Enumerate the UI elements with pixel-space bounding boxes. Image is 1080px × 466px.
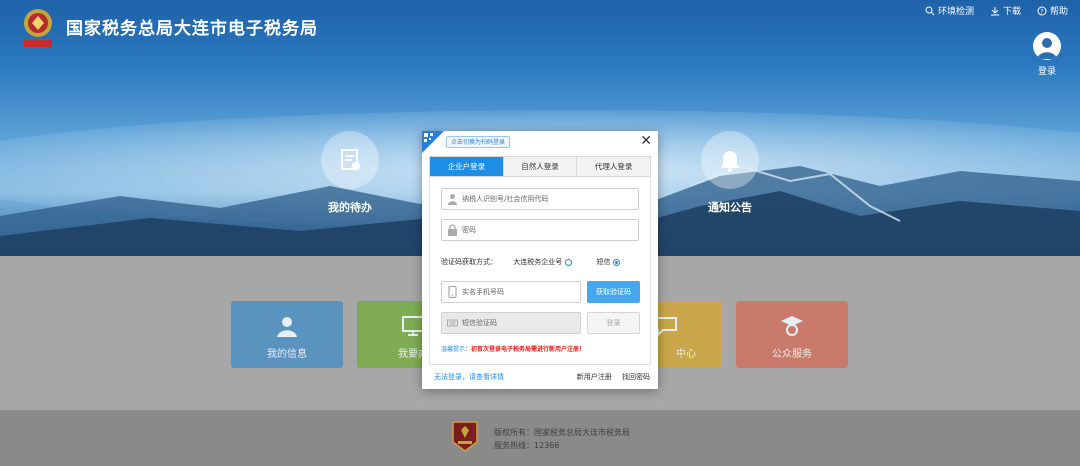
bell-icon bbox=[701, 131, 759, 189]
verify-option-wechat-label: 大连税务企业号 bbox=[513, 258, 563, 266]
login-modal: 点击切换为扫码登录 ✕ 企业户登录 自然人登录 代理人登录 纳税人识别号/社会信… bbox=[422, 131, 658, 389]
taxpayer-id-placeholder: 纳税人识别号/社会信用代码 bbox=[462, 195, 549, 203]
download-label: 下载 bbox=[1002, 7, 1021, 17]
site-title: 国家税务总局大连市电子税务局 bbox=[66, 19, 318, 39]
tax-emblem-logo bbox=[24, 9, 52, 47]
env-check-link[interactable]: 环境检测 bbox=[925, 4, 974, 17]
login-form: 纳税人识别号/社会信用代码 密码 验证码获取方式： 大连税务企业号 短信 实名手… bbox=[429, 177, 651, 365]
help-icon: ? bbox=[1037, 6, 1047, 15]
login-label: 登录 bbox=[1037, 67, 1056, 77]
verify-method-row: 验证码获取方式： 大连税务企业号 短信 bbox=[441, 257, 641, 267]
radio-selected-icon bbox=[613, 258, 621, 266]
user-login-area[interactable]: 登录 bbox=[1032, 32, 1062, 77]
keyboard-icon bbox=[447, 319, 458, 327]
public-service-label: 公众服务 bbox=[772, 349, 812, 360]
search-icon bbox=[925, 6, 935, 15]
svg-text:?: ? bbox=[1040, 8, 1043, 15]
download-icon bbox=[990, 6, 999, 15]
todo-card[interactable]: 我的待办 bbox=[305, 131, 395, 215]
get-code-button[interactable]: 获取验证码 bbox=[587, 281, 640, 303]
footer: 版权所有：国家税务总局大连市税务局 服务热线：12366 bbox=[0, 410, 1080, 466]
notice-label: 通知公告 bbox=[708, 201, 752, 214]
public-service-tile[interactable]: 公众服务 bbox=[736, 301, 848, 368]
register-link[interactable]: 新用户注册 bbox=[577, 373, 612, 381]
tip-message: 初首次登录电子税务局需进行新用户注册！ bbox=[471, 346, 586, 353]
taxpayer-id-input[interactable]: 纳税人识别号/社会信用代码 bbox=[441, 188, 639, 210]
tip-row: 温馨提示：初首次登录电子税务局需进行新用户注册！ bbox=[441, 344, 585, 353]
todo-icon bbox=[321, 131, 379, 189]
password-placeholder: 密码 bbox=[462, 226, 476, 234]
tab-individual[interactable]: 自然人登录 bbox=[504, 157, 578, 176]
login-help-link[interactable]: 无法登录，请查看详情 bbox=[434, 373, 504, 381]
top-bar: 国家税务总局大连市电子税务局 环境检测 下载 ? 帮助 登录 bbox=[0, 0, 1080, 77]
graduate-icon bbox=[781, 316, 803, 336]
verify-label: 验证码获取方式： bbox=[441, 258, 497, 266]
my-info-label: 我的信息 bbox=[267, 349, 307, 360]
lock-icon bbox=[448, 224, 457, 236]
user-icon bbox=[448, 194, 457, 205]
footer-text: 版权所有：国家税务总局大连市税务局 服务热线：12366 bbox=[494, 426, 630, 452]
password-input[interactable]: 密码 bbox=[441, 219, 639, 241]
todo-label: 我的待办 bbox=[328, 201, 372, 214]
phone-input[interactable]: 实名手机号码 bbox=[441, 281, 581, 303]
top-links: 环境检测 下载 ? 帮助 bbox=[925, 4, 1068, 17]
user-icon bbox=[277, 317, 297, 337]
phone-placeholder: 实名手机号码 bbox=[462, 288, 504, 296]
qr-code-icon[interactable] bbox=[422, 131, 444, 153]
tip-label: 温馨提示： bbox=[441, 346, 472, 353]
notice-card[interactable]: 通知公告 bbox=[685, 131, 775, 215]
verify-option-wechat[interactable]: 大连税务企业号 bbox=[513, 258, 574, 266]
modal-footer: 无法登录，请查看详情 新用户注册 找回密码 bbox=[434, 372, 650, 382]
forgot-password-link[interactable]: 找回密码 bbox=[622, 373, 650, 381]
env-check-label: 环境检测 bbox=[937, 7, 974, 17]
help-link[interactable]: ? 帮助 bbox=[1037, 4, 1068, 17]
help-label: 帮助 bbox=[1049, 7, 1068, 17]
footer-links: 新用户注册 找回密码 bbox=[569, 372, 650, 382]
sms-code-placeholder: 短信验证码 bbox=[462, 319, 497, 327]
my-info-tile[interactable]: 我的信息 bbox=[231, 301, 343, 368]
tab-agent[interactable]: 代理人登录 bbox=[577, 157, 650, 176]
verify-option-sms[interactable]: 短信 bbox=[596, 258, 621, 266]
phone-icon bbox=[448, 286, 457, 298]
tab-enterprise[interactable]: 企业户登录 bbox=[430, 157, 504, 176]
verify-option-sms-label: 短信 bbox=[596, 258, 611, 266]
copyright-text: 版权所有：国家税务总局大连市税务局 bbox=[494, 428, 630, 437]
hotline-text: 服务热线：12366 bbox=[494, 441, 560, 450]
qr-switch-tip[interactable]: 点击切换为扫码登录 bbox=[446, 136, 511, 148]
sms-code-input[interactable]: 短信验证码 bbox=[441, 312, 581, 334]
close-icon[interactable]: ✕ bbox=[640, 133, 652, 149]
avatar-icon bbox=[1033, 32, 1061, 60]
login-tabs: 企业户登录 自然人登录 代理人登录 bbox=[429, 156, 651, 177]
download-link[interactable]: 下载 bbox=[990, 4, 1021, 17]
tax-badge-logo bbox=[452, 421, 478, 452]
radio-icon bbox=[565, 258, 573, 266]
login-button[interactable]: 登录 bbox=[587, 312, 640, 334]
